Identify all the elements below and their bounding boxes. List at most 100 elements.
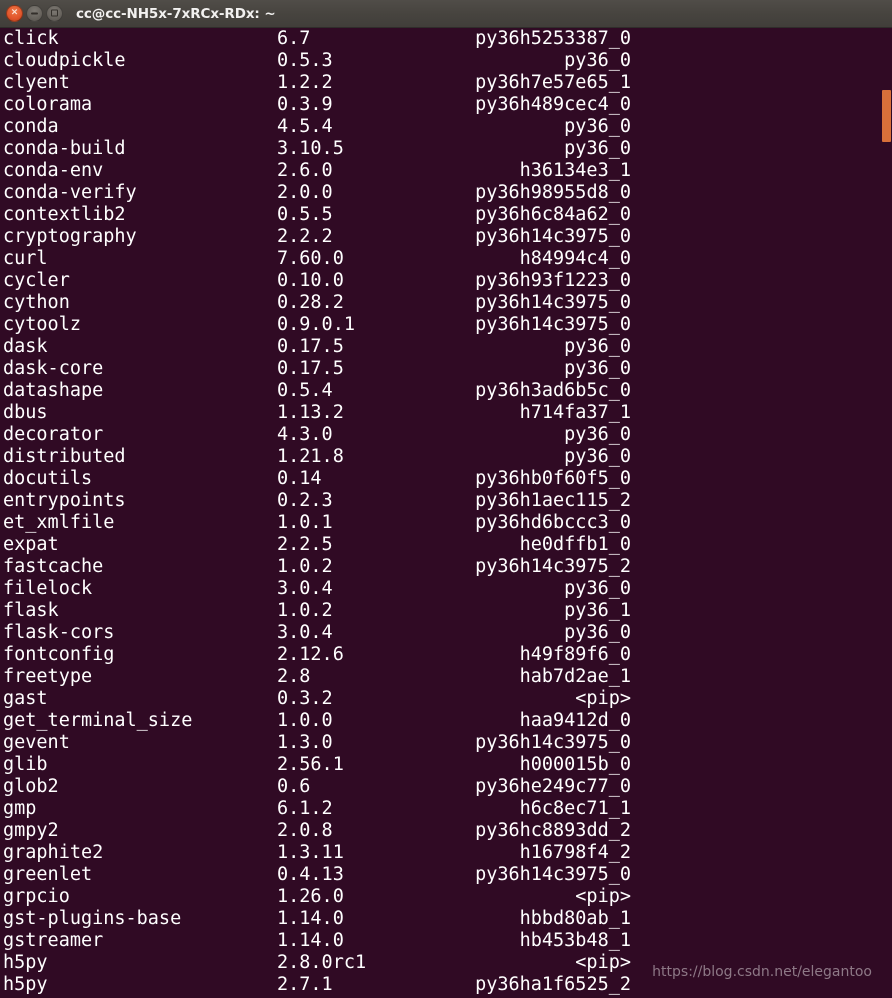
package-name: datashape [3,380,104,401]
package-version: 0.2.3 [277,490,333,511]
package-name: flask-cors [3,622,115,643]
package-row: <pip> h5py 2.8.0rc1 [0,952,892,974]
terminal-output: py36h5253387_0 click 6.7 py36_0 cloudpickle 0… [0,28,892,996]
package-version: 1.26.0 [277,886,344,907]
package-version: 2.8.0rc1 [277,952,367,973]
package-version: 1.3.0 [277,732,333,753]
package-version: 0.5.3 [277,50,333,71]
package-name: conda-build [3,138,126,159]
package-name: gevent [3,732,70,753]
package-version: 2.7.1 [277,974,333,995]
maximize-button[interactable] [46,5,63,22]
package-row: py36h7e57e65_1 clyent 1.2.2 [0,72,892,94]
package-name: contextlib2 [3,204,126,225]
package-name: grpcio [3,886,70,907]
package-version: 1.2.2 [277,72,333,93]
package-version: 0.28.2 [277,292,344,313]
package-row: h36134e3_1 conda-env 2.6.0 [0,160,892,182]
package-row: py36_0 dask 0.17.5 [0,336,892,358]
package-version: 0.17.5 [277,358,344,379]
package-row: h49f89f6_0 fontconfig 2.12.6 [0,644,892,666]
package-name: greenlet [3,864,93,885]
terminal-scrollbar[interactable] [878,28,892,998]
package-name: dask-core [3,358,104,379]
package-name: dask [3,336,48,357]
package-row: h84994c4_0 curl 7.60.0 [0,248,892,270]
package-name: cytoolz [3,314,81,335]
package-name: colorama [3,94,93,115]
package-row: py36h14c3975_0 gevent 1.3.0 [0,732,892,754]
package-row: hab7d2ae_1 freetype 2.8 [0,666,892,688]
package-row: py36h3ad6b5c_0 datashape 0.5.4 [0,380,892,402]
package-name: cython [3,292,70,313]
terminal-body[interactable]: py36h5253387_0 click 6.7 py36_0 cloudpickle 0… [0,28,892,998]
package-version: 1.3.11 [277,842,344,863]
package-row: py36_1 flask 1.0.2 [0,600,892,622]
package-version: 7.60.0 [277,248,344,269]
package-version: 1.0.2 [277,600,333,621]
package-name: conda-verify [3,182,137,203]
package-version: 1.0.1 [277,512,333,533]
package-row: py36h489cec4_0 colorama 0.3.9 [0,94,892,116]
package-version: 3.10.5 [277,138,344,159]
package-version: 0.14 [277,468,322,489]
package-version: 0.10.0 [277,270,344,291]
package-version: 0.17.5 [277,336,344,357]
package-name: conda [3,116,59,137]
package-version: 1.0.2 [277,556,333,577]
package-name: curl [3,248,48,269]
minimize-icon [31,12,38,14]
package-name: docutils [3,468,93,489]
package-row: py36he249c77_0 glob2 0.6 [0,776,892,798]
package-name: filelock [3,578,93,599]
package-name: cycler [3,270,70,291]
package-name: decorator [3,424,104,445]
package-row: py36_0 dask-core 0.17.5 [0,358,892,380]
package-row: py36h5253387_0 click 6.7 [0,28,892,50]
maximize-icon [51,9,58,17]
package-version: 0.3.2 [277,688,333,709]
scrollbar-thumb[interactable] [882,90,891,142]
package-row: py36_0 conda 4.5.4 [0,116,892,138]
package-name: distributed [3,446,126,467]
package-version: 2.0.0 [277,182,333,203]
package-name: conda-env [3,160,104,181]
package-version: 0.3.9 [277,94,333,115]
package-row: hb453b48_1 gstreamer 1.14.0 [0,930,892,952]
package-row: h16798f4_2 graphite2 1.3.11 [0,842,892,864]
minimize-button[interactable] [26,5,43,22]
package-name: h5py [3,974,48,995]
package-name: flask [3,600,59,621]
package-row: py36_0 cloudpickle 0.5.3 [0,50,892,72]
package-name: clyent [3,72,70,93]
close-button[interactable]: × [6,5,23,22]
package-row: py36hb0f60f5_0 docutils 0.14 [0,468,892,490]
package-version: 6.1.2 [277,798,333,819]
package-row: py36hc8893dd_2 gmpy2 2.0.8 [0,820,892,842]
window-controls: × [6,5,63,22]
package-row: py36_0 filelock 3.0.4 [0,578,892,600]
package-name: freetype [3,666,93,687]
package-version: 6.7 [277,28,311,49]
package-row: py36ha1f6525_2 h5py 2.7.1 [0,974,892,996]
package-row: <pip> grpcio 1.26.0 [0,886,892,908]
title-bar: × cc@cc-NH5x-7xRCx-RDx: ~ [0,0,892,28]
package-name: dbus [3,402,48,423]
package-row: h6c8ec71_1 gmp 6.1.2 [0,798,892,820]
package-name: click [3,28,59,49]
package-row: py36h93f1223_0 cycler 0.10.0 [0,270,892,292]
package-version: 4.3.0 [277,424,333,445]
package-row: py36h14c3975_0 cryptography 2.2.2 [0,226,892,248]
package-version: 2.56.1 [277,754,344,775]
package-build: py36h5253387_0 [475,28,631,49]
package-version: 0.5.5 [277,204,333,225]
package-name: get_terminal_size [3,710,193,731]
package-name: fastcache [3,556,104,577]
package-version: 2.0.8 [277,820,333,841]
package-row: py36_0 flask-cors 3.0.4 [0,622,892,644]
package-name: h5py [3,952,48,973]
package-row: py36h14c3975_2 fastcache 1.0.2 [0,556,892,578]
package-build: py36he249c77_0 [475,776,631,797]
package-row: <pip> gast 0.3.2 [0,688,892,710]
package-row: py36h14c3975_0 cython 0.28.2 [0,292,892,314]
